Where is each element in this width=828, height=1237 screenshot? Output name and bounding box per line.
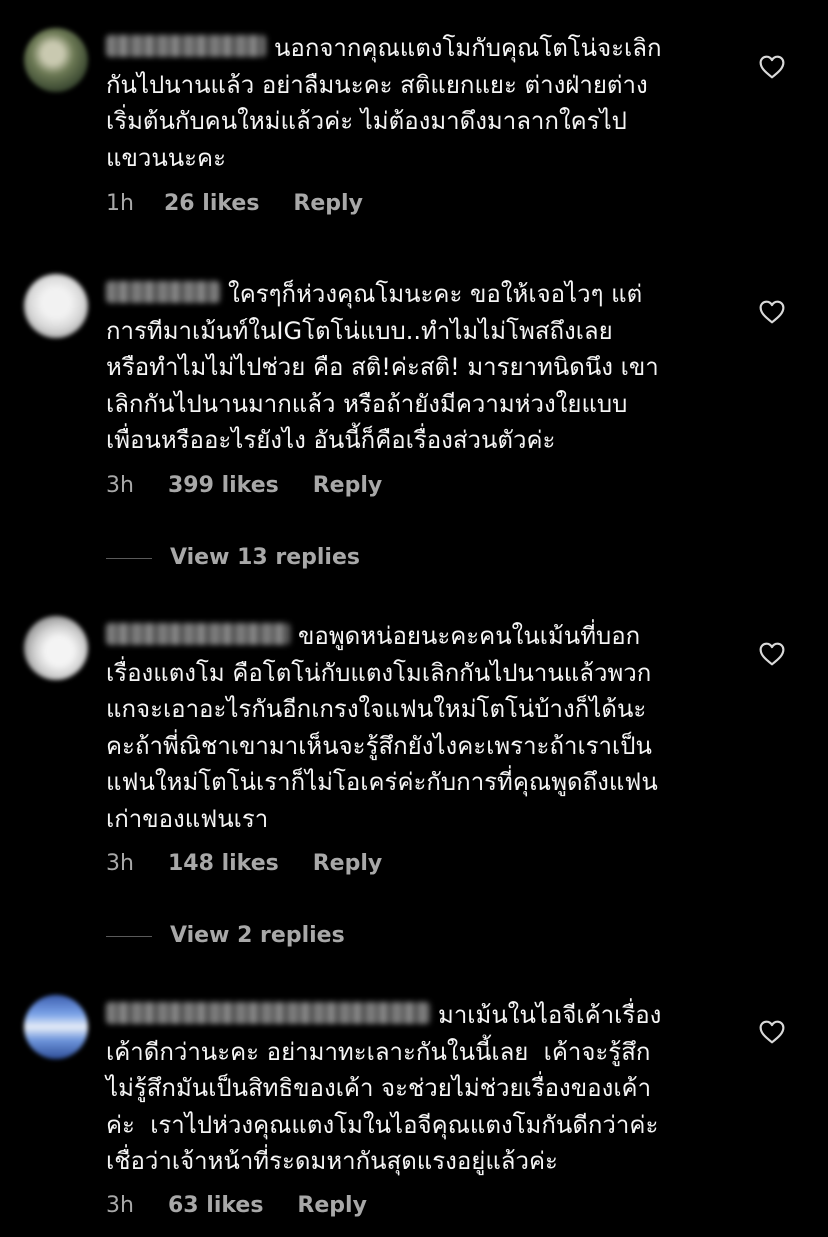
likes-count[interactable]: 399 likes	[168, 471, 279, 501]
comment-meta: 3h 399 likes Reply	[106, 471, 382, 501]
view-replies-label[interactable]: View 13 replies	[170, 545, 360, 570]
comment-meta: 3h 63 likes Reply	[106, 1191, 367, 1221]
avatar[interactable]	[24, 274, 88, 338]
avatar[interactable]	[24, 616, 88, 680]
comment-meta: 3h 148 likes Reply	[106, 849, 382, 879]
reply-button[interactable]: Reply	[313, 471, 383, 501]
likes-count[interactable]: 148 likes	[168, 849, 279, 879]
reply-button[interactable]: Reply	[297, 1191, 367, 1221]
comment-text: ใครๆก็ห่วงคุณโมนะคะ ขอให้เจอไวๆ แต่ การท…	[106, 276, 746, 459]
username-blurred[interactable]	[106, 623, 290, 645]
comment-body: ใครๆก็ห่วงคุณโมนะคะ ขอให้เจอไวๆ แต่ การท…	[106, 280, 659, 454]
view-replies-button[interactable]: View 2 replies	[106, 921, 345, 951]
username-blurred[interactable]	[106, 281, 220, 303]
comment-time: 3h	[106, 851, 134, 876]
replies-divider	[106, 935, 152, 937]
heart-icon[interactable]	[759, 55, 785, 79]
avatar[interactable]	[24, 28, 88, 92]
username-blurred[interactable]	[106, 1002, 430, 1024]
likes-count[interactable]: 63 likes	[168, 1191, 263, 1221]
avatar[interactable]	[24, 995, 88, 1059]
likes-count[interactable]: 26 likes	[164, 189, 259, 219]
heart-icon[interactable]	[759, 642, 785, 666]
view-replies-label[interactable]: View 2 replies	[170, 923, 345, 948]
comment-time: 3h	[106, 473, 134, 498]
username-blurred[interactable]	[106, 35, 266, 57]
comment-body: ขอพูดหน่อยนะคะคนในเม้นที่บอก เรื่องแตงโม…	[106, 622, 658, 833]
comment-text: มาเม้นในไอจีเค้าเรื่อง เค้าดีกว่านะคะ อย…	[106, 997, 746, 1180]
comment-time: 1h	[106, 191, 134, 216]
comment-text: นอกจากคุณแตงโมกับคุณโตโน่จะเลิก กันไปนาน…	[106, 30, 746, 176]
comment-body: มาเม้นในไอจีเค้าเรื่อง เค้าดีกว่านะคะ อย…	[106, 1001, 662, 1175]
comment-meta: 1h 26 likes Reply	[106, 189, 363, 219]
replies-divider	[106, 557, 152, 559]
comment-time: 3h	[106, 1193, 134, 1218]
reply-button[interactable]: Reply	[293, 189, 363, 219]
view-replies-button[interactable]: View 13 replies	[106, 543, 360, 573]
heart-icon[interactable]	[759, 1020, 785, 1044]
comment-text: ขอพูดหน่อยนะคะคนในเม้นที่บอก เรื่องแตงโม…	[106, 618, 746, 837]
heart-icon[interactable]	[759, 300, 785, 324]
reply-button[interactable]: Reply	[313, 849, 383, 879]
